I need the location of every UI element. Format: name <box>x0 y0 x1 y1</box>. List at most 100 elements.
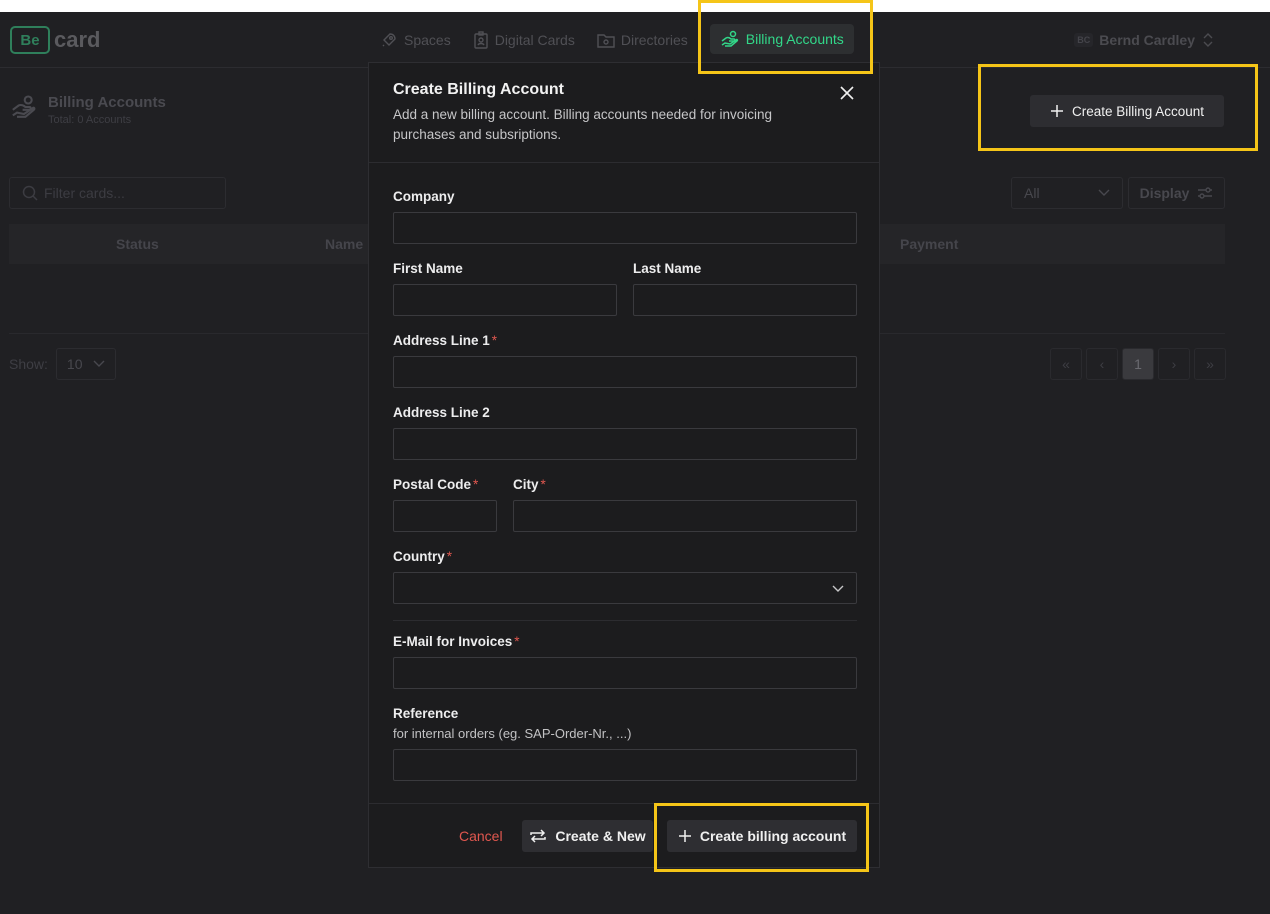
label-text: City <box>513 477 539 492</box>
column-status[interactable]: Status <box>116 236 159 252</box>
show-label: Show: <box>9 356 48 372</box>
nav-item-billing-accounts[interactable]: Billing Accounts <box>709 24 854 54</box>
create-billing-account-dialog: Create Billing Account Add a new billing… <box>368 62 880 868</box>
reference-label: Reference <box>393 706 459 721</box>
billing-hand-icon <box>721 30 738 47</box>
label-text: Address Line 1 <box>393 333 490 348</box>
invoice-email-label: E-Mail for Invoices * <box>393 634 520 649</box>
cancel-button[interactable]: Cancel <box>459 828 503 844</box>
chevron-left-icon: ‹ <box>1099 356 1105 372</box>
status-filter-select[interactable]: All <box>1011 177 1123 209</box>
nav-item-digital-cards[interactable]: Digital Cards <box>473 31 575 49</box>
invoice-email-field[interactable] <box>393 657 857 689</box>
chevron-down-icon <box>93 360 105 367</box>
close-icon[interactable] <box>839 85 855 101</box>
required-mark: * <box>514 634 520 649</box>
pagination: « ‹ 1 › » <box>1050 348 1226 380</box>
search-icon <box>22 185 38 201</box>
page-subtitle: Total: 0 Accounts <box>48 114 132 126</box>
filter-input[interactable]: Filter cards... <box>9 177 226 209</box>
reference-hint: for internal orders (eg. SAP-Order-Nr., … <box>393 726 632 741</box>
sliders-icon <box>1198 187 1213 199</box>
column-name[interactable]: Name <box>325 236 363 252</box>
dialog-description: Add a new billing account. Billing accou… <box>393 107 772 142</box>
city-label: City * <box>513 477 546 492</box>
create-billing-account-button[interactable]: Create Billing Account <box>1030 95 1224 127</box>
double-chevron-right-icon: » <box>1206 356 1214 372</box>
create-and-new-button[interactable]: Create & New <box>522 820 653 852</box>
last-page-button[interactable]: » <box>1194 348 1226 380</box>
dialog-header: Create Billing Account Add a new billing… <box>369 63 879 163</box>
label-text: E-Mail for Invoices <box>393 634 513 649</box>
address-line-1-label: Address Line 1 * <box>393 333 497 348</box>
chevron-down-icon <box>1098 189 1110 196</box>
repeat-icon <box>530 829 547 843</box>
next-page-button[interactable]: › <box>1158 348 1190 380</box>
dialog-footer: Cancel Create & New Create billing accou… <box>369 803 879 867</box>
logo[interactable]: Be card <box>10 26 100 54</box>
country-label: Country * <box>393 549 452 564</box>
company-field[interactable] <box>393 212 857 244</box>
nav-label: Directories <box>620 32 688 48</box>
country-select[interactable] <box>393 572 857 604</box>
plus-icon <box>678 830 691 842</box>
avatar: BC <box>1074 33 1094 47</box>
postal-code-label: Postal Code * <box>393 477 478 492</box>
dialog-title: Create Billing Account <box>393 81 564 98</box>
rocket-icon <box>382 33 396 47</box>
label-text: Postal Code <box>393 477 472 492</box>
required-mark: * <box>491 333 498 348</box>
section-divider <box>393 620 857 621</box>
first-page-button[interactable]: « <box>1050 348 1082 380</box>
last-name-label: Last Name <box>633 261 702 276</box>
first-name-label: First Name <box>393 261 463 276</box>
button-label: Create Billing Account <box>1071 103 1205 119</box>
button-label: Create & New <box>555 828 646 844</box>
display-options-button[interactable]: Display <box>1128 177 1225 209</box>
top-nav: Be card Spaces Digital Cards Directories… <box>0 12 1270 68</box>
last-name-field[interactable] <box>633 284 857 316</box>
plus-icon <box>1050 105 1063 117</box>
nav-label: Digital Cards <box>494 32 575 48</box>
billing-hand-icon <box>12 95 36 118</box>
company-label: Company <box>393 189 455 204</box>
button-label: Display <box>1139 185 1190 201</box>
chevron-right-icon: › <box>1171 356 1177 372</box>
logo-text: card <box>54 27 101 52</box>
nav-item-spaces[interactable]: Spaces <box>380 31 451 49</box>
page-size-select[interactable]: 10 <box>55 348 116 380</box>
reference-field[interactable] <box>393 749 857 781</box>
create-billing-account-submit-button[interactable]: Create billing account <box>667 820 857 852</box>
city-field[interactable] <box>513 500 857 532</box>
chevron-up-down-icon <box>1203 33 1213 47</box>
page-button-current[interactable]: 1 <box>1122 348 1154 380</box>
postal-code-field[interactable] <box>393 500 497 532</box>
nav-item-directories[interactable]: Directories <box>597 32 688 48</box>
chevron-down-icon <box>832 585 844 592</box>
required-mark: * <box>540 477 546 492</box>
page-size-control: Show: 10 <box>9 348 116 380</box>
select-value: All <box>1024 185 1040 201</box>
address-line-1-field[interactable] <box>393 356 857 388</box>
column-payment[interactable]: Payment <box>900 236 958 252</box>
filter-placeholder: Filter cards... <box>44 185 125 201</box>
double-chevron-left-icon: « <box>1062 356 1070 372</box>
address-line-2-field[interactable] <box>393 428 857 460</box>
address-line-2-label: Address Line 2 <box>393 405 490 420</box>
logo-mark: Be <box>10 26 50 54</box>
button-label: Create billing account <box>699 828 847 844</box>
main-nav: Spaces Digital Cards Directories Billing… <box>380 24 854 54</box>
user-name: Bernd Cardley <box>1099 32 1195 48</box>
prev-page-button[interactable]: ‹ <box>1086 348 1118 380</box>
badge-icon <box>474 31 488 49</box>
select-value: 10 <box>66 356 83 372</box>
nav-label: Billing Accounts <box>745 31 844 47</box>
required-mark: * <box>446 549 453 564</box>
page-title: Billing Accounts <box>48 94 166 111</box>
user-menu[interactable]: BC Bernd Cardley <box>1074 32 1215 48</box>
label-text: Country <box>393 549 445 564</box>
first-name-field[interactable] <box>393 284 617 316</box>
folder-icon <box>597 34 615 48</box>
page-header: Billing Accounts Total: 0 Accounts <box>10 94 166 126</box>
app-root: Be card Spaces Digital Cards Directories… <box>0 12 1270 914</box>
